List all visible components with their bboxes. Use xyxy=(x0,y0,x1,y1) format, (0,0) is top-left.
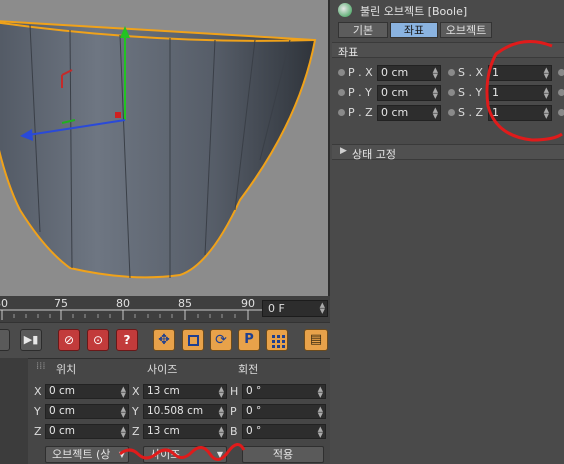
timeline-tick: 80 xyxy=(116,297,130,310)
timeline-ticks xyxy=(0,309,262,320)
rot-b-field[interactable]: 0 ° ▲ ▼ xyxy=(242,424,326,439)
pz-field[interactable]: 0 cm ▲ ▼ xyxy=(377,105,441,121)
pos-z-label: Z xyxy=(34,425,42,438)
red-circle-annotation xyxy=(485,40,563,142)
position-header: 위치 xyxy=(56,363,77,376)
rot-h-label: H xyxy=(230,385,239,398)
tab-basic-label: 기본 xyxy=(352,24,374,37)
scale-icon[interactable] xyxy=(182,329,204,351)
timeline-tick: 90 xyxy=(241,297,255,310)
timeline-tick: 85 xyxy=(178,297,192,310)
current-frame-field[interactable]: 0 F ▲ ▼ xyxy=(262,300,328,317)
keyframe-icon[interactable]: ⊙ xyxy=(87,329,109,351)
size-z-field[interactable]: 13 cm ▲ ▼ xyxy=(143,424,227,439)
rotation-header: 회전 xyxy=(238,363,259,376)
current-frame-value: 0 F xyxy=(268,302,285,315)
size-y-label: Y xyxy=(132,405,139,418)
px-label: P . X xyxy=(348,66,373,79)
mode-select-value: 오브젝트 (상 xyxy=(52,448,111,461)
pos-z-field[interactable]: 0 cm ▲ ▼ xyxy=(45,424,129,439)
py-value: 0 cm xyxy=(381,86,409,99)
grid-icon[interactable] xyxy=(266,329,288,351)
prev-button[interactable] xyxy=(0,329,10,351)
sx-label: S . X xyxy=(458,66,484,79)
pos-z-value: 0 cm xyxy=(49,425,76,437)
rot-b-value: 0 ° xyxy=(246,425,262,437)
goto-end-icon[interactable]: ▶▮ xyxy=(20,329,42,351)
size-x-label: X xyxy=(132,385,140,398)
rot-p-value: 0 ° xyxy=(246,405,262,417)
attribute-panel: 불린 오브젝트 [Boole] 기본 좌표 오브젝트 좌표 P . X 0 cm… xyxy=(332,0,564,464)
viewport-scene xyxy=(0,20,317,279)
boole-object xyxy=(0,20,317,279)
sy-label: S . Y xyxy=(458,86,483,99)
coord-side-strip xyxy=(0,358,28,464)
pos-y-label: Y xyxy=(34,405,41,418)
film-icon[interactable]: ▤ xyxy=(304,329,328,351)
panel-title: 불린 오브젝트 [Boole] xyxy=(360,5,468,18)
boole-object-icon xyxy=(338,3,352,17)
size-z-value: 13 cm xyxy=(147,425,180,437)
animate-dot-icon[interactable] xyxy=(338,69,345,76)
p-icon[interactable]: P xyxy=(238,329,260,351)
pos-x-label: X xyxy=(34,385,42,398)
animate-dot-icon[interactable] xyxy=(448,89,455,96)
py-label: P . Y xyxy=(348,86,372,99)
tab-object-label: 오브젝트 xyxy=(445,24,487,37)
size-x-value: 13 cm xyxy=(147,385,180,397)
rot-p-label: P xyxy=(230,405,237,418)
tab-basic[interactable]: 기본 xyxy=(338,22,388,38)
apply-button[interactable]: 적용 xyxy=(242,446,324,463)
px-field[interactable]: 0 cm ▲ ▼ xyxy=(377,65,441,81)
size-x-field[interactable]: 13 cm ▲ ▼ xyxy=(143,384,227,399)
px-value: 0 cm xyxy=(381,66,409,79)
playback-toolbar: ▶▮ ⊘ ⊙ ? ✥ ⟳ P ▤ xyxy=(0,322,330,358)
tab-coord-label: 좌표 xyxy=(403,24,425,37)
pz-value: 0 cm xyxy=(381,106,409,119)
record-icon[interactable]: ⊘ xyxy=(58,329,80,351)
tab-coord[interactable]: 좌표 xyxy=(390,22,438,38)
py-field[interactable]: 0 cm ▲ ▼ xyxy=(377,85,441,101)
section-title: 좌표 xyxy=(338,46,359,59)
freeze-section-toggle[interactable]: ▶ 상태 고정 xyxy=(332,144,564,161)
red-scribble-annotation xyxy=(119,443,246,461)
size-z-label: Z xyxy=(132,425,140,438)
help-icon[interactable]: ? xyxy=(116,329,138,351)
rot-h-field[interactable]: 0 ° ▲ ▼ xyxy=(242,384,326,399)
pz-label: P . Z xyxy=(348,106,373,119)
animate-dot-icon[interactable] xyxy=(448,109,455,116)
timeline-tick: 80 xyxy=(0,297,8,310)
viewport-3d[interactable] xyxy=(0,0,330,296)
rotate-icon[interactable]: ⟳ xyxy=(210,329,232,351)
animate-dot-icon[interactable] xyxy=(338,109,345,116)
move-icon[interactable]: ✥ xyxy=(153,329,175,351)
size-y-value: 10.508 cm xyxy=(147,405,204,417)
size-header: 사이즈 xyxy=(147,363,178,376)
sz-label: S . Z xyxy=(458,106,484,119)
pos-x-value: 0 cm xyxy=(49,385,76,397)
animate-dot-icon[interactable] xyxy=(338,89,345,96)
x-axis-handle xyxy=(115,112,121,118)
grip-icon: ⁞⁞⁞ xyxy=(36,361,46,372)
timeline-tick: 75 xyxy=(54,297,68,310)
rot-p-field[interactable]: 0 ° ▲ ▼ xyxy=(242,404,326,419)
freeze-section-label: 상태 고정 xyxy=(352,148,396,161)
pos-x-field[interactable]: 0 cm ▲ ▼ xyxy=(45,384,129,399)
size-y-field[interactable]: 10.508 cm ▲ ▼ xyxy=(143,404,227,419)
apply-button-label: 적용 xyxy=(272,448,294,461)
timeline-ruler[interactable]: 80 75 80 85 90 0 F ▲▼ xyxy=(0,296,330,322)
animate-dot-icon[interactable] xyxy=(448,69,455,76)
frame-spinner-icon[interactable]: ▲ ▼ xyxy=(320,302,325,315)
rot-h-value: 0 ° xyxy=(246,385,262,397)
mode-select[interactable]: 오브젝트 (상 ▼ xyxy=(45,446,129,463)
expand-arrow-icon: ▶ xyxy=(340,146,347,156)
rot-b-label: B xyxy=(230,425,238,438)
pos-y-field[interactable]: 0 cm ▲ ▼ xyxy=(45,404,129,419)
pos-y-value: 0 cm xyxy=(49,405,76,417)
